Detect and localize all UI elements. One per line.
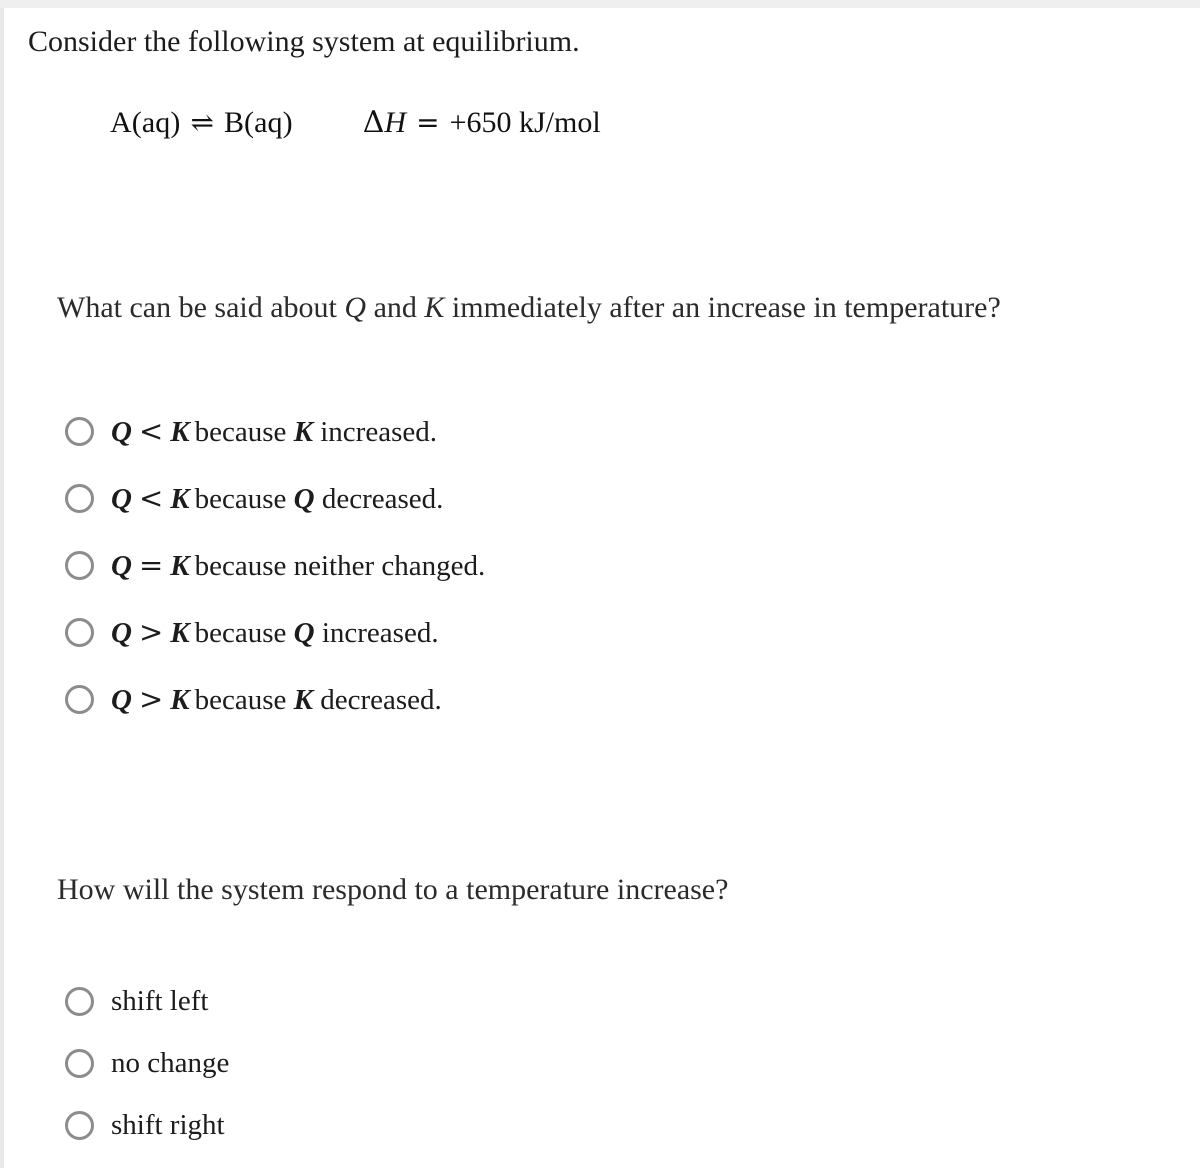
option-row[interactable]: Q > Kbecause Q increased.: [0, 599, 485, 666]
option-row[interactable]: shift right: [0, 1094, 229, 1156]
option-label: Q < Kbecause Q decreased.: [111, 481, 443, 516]
option-row[interactable]: no change: [0, 1032, 229, 1094]
option-right-symbol: K: [170, 684, 190, 716]
option-row[interactable]: Q > Kbecause K decreased.: [0, 666, 485, 733]
question-2-options: shift left no change shift right: [0, 970, 229, 1156]
radio-button-icon[interactable]: [65, 484, 94, 513]
option-reason-prefix: because: [194, 684, 294, 716]
radio-button-icon[interactable]: [65, 1110, 94, 1140]
option-row[interactable]: Q < Kbecause K increased.: [0, 398, 485, 465]
enthalpy-delta-symbol: Δ: [362, 105, 385, 140]
option-row[interactable]: Q = Kbecause neither changed.: [0, 532, 485, 599]
option-reason-suffix: decreased.: [314, 483, 444, 515]
radio-button-icon[interactable]: [65, 551, 94, 580]
radio-button-icon[interactable]: [65, 618, 94, 647]
option-reason-variable: K: [293, 684, 313, 716]
option-reason-suffix: increased.: [314, 617, 439, 649]
equilibrium-arrow-icon: ⇌: [190, 106, 214, 139]
worksheet-page: Consider the following system at equilib…: [0, 0, 1200, 1168]
option-left-symbol: Q: [111, 483, 132, 515]
equation-right-species: B(aq): [223, 106, 293, 139]
option-right-symbol: K: [170, 617, 190, 649]
equation-equals-sign: =: [416, 106, 440, 139]
radio-button-icon[interactable]: [65, 986, 94, 1016]
option-reason-prefix: because: [194, 617, 294, 649]
option-right-symbol: K: [170, 550, 190, 582]
option-relation: >: [138, 615, 164, 649]
option-right-symbol: K: [170, 483, 190, 515]
option-relation: =: [138, 548, 164, 582]
option-reason-suffix: increased.: [312, 416, 437, 448]
equilibrium-equation: A(aq) ⇌ B(aq) ΔH = +650 kJ/mol: [110, 103, 601, 143]
option-row[interactable]: shift left: [0, 970, 229, 1032]
option-reason-prefix: because neither changed.: [194, 550, 486, 582]
option-reason-variable: Q: [293, 483, 315, 515]
option-label: shift left: [111, 985, 209, 1017]
option-label: Q = Kbecause neither changed.: [111, 548, 485, 583]
option-label: Q < Kbecause K increased.: [111, 414, 437, 449]
option-left-symbol: Q: [111, 684, 132, 716]
option-relation: <: [138, 481, 164, 515]
option-left-symbol: Q: [111, 416, 132, 448]
question-1-options: Q < Kbecause K increased. Q < Kbecause Q dec…: [0, 398, 485, 733]
option-row[interactable]: Q < Kbecause Q decreased.: [0, 465, 485, 532]
top-edge-strip: [0, 0, 1200, 8]
option-label: Q > Kbecause K decreased.: [111, 682, 442, 717]
question-2-prompt: How will the system respond to a tempera…: [57, 873, 729, 906]
option-label: shift right: [111, 1109, 225, 1141]
enthalpy-variable: H: [384, 106, 407, 139]
option-reason-suffix: decreased.: [312, 684, 442, 716]
enthalpy-value: +650 kJ/mol: [449, 106, 601, 139]
option-label: no change: [111, 1047, 230, 1079]
option-reason-variable: Q: [293, 617, 315, 649]
option-relation: >: [138, 682, 164, 716]
question-1-middle: and: [366, 291, 425, 324]
equation-left-species: A(aq): [110, 106, 181, 139]
option-left-symbol: Q: [111, 617, 132, 649]
option-label: Q > Kbecause Q increased.: [111, 615, 439, 650]
radio-button-icon[interactable]: [65, 1048, 94, 1078]
option-reason-prefix: because: [194, 416, 294, 448]
option-reason-variable: K: [293, 416, 313, 448]
option-reason-prefix: because: [194, 483, 294, 515]
option-left-symbol: Q: [111, 550, 132, 582]
question-1-prompt: What can be said about Q and K immediate…: [57, 288, 1001, 328]
question-1-prefix: What can be said about: [57, 291, 345, 324]
radio-button-icon[interactable]: [65, 417, 94, 446]
radio-button-icon[interactable]: [65, 685, 94, 714]
question-1-variable-k: K: [424, 291, 445, 324]
question-1-variable-q: Q: [344, 291, 367, 324]
option-right-symbol: K: [170, 416, 190, 448]
option-relation: <: [138, 414, 164, 448]
problem-stem: Consider the following system at equilib…: [28, 25, 580, 58]
question-1-suffix: immediately after an increase in tempera…: [444, 291, 1001, 324]
